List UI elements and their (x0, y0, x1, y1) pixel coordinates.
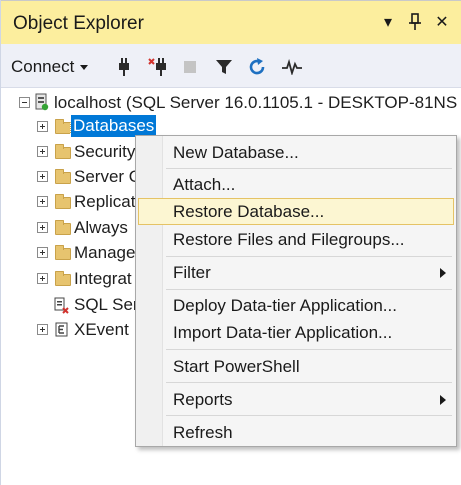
menu-separator (166, 168, 452, 169)
pin-icon[interactable] (404, 11, 426, 33)
menu-item-label: New Database... (173, 143, 299, 162)
expand-icon[interactable] (37, 247, 48, 258)
folder-icon (55, 169, 71, 184)
folder-icon (55, 271, 71, 286)
tree-node-label: SQL Ser (74, 295, 139, 314)
menu-item-reports[interactable]: Reports (138, 386, 454, 413)
menu-item-new-database[interactable]: New Database... (138, 139, 454, 166)
disconnect-icon[interactable] (147, 56, 169, 78)
stop-icon[interactable] (179, 56, 201, 78)
panel-title: Object Explorer (13, 13, 144, 34)
menu-item-label: Reports (173, 390, 233, 409)
menu-item-deploy-data-tier[interactable]: Deploy Data-tier Application... (138, 292, 454, 319)
databases-context-menu: New Database... Attach... Restore Databa… (135, 135, 457, 447)
menu-item-label: Import Data-tier Application... (173, 323, 393, 342)
tree-node-server[interactable]: localhost (SQL Server 16.0.1105.1 - DESK… (1, 90, 461, 115)
menu-separator (166, 349, 452, 350)
menu-separator (166, 289, 452, 290)
tree-node-label: Server O (74, 167, 143, 186)
menu-item-label: Deploy Data-tier Application... (173, 296, 397, 315)
chevron-down-icon (80, 64, 89, 70)
tree-node-label: Integrat (74, 269, 132, 288)
menu-item-filter[interactable]: Filter (138, 259, 454, 286)
folder-icon (55, 194, 71, 209)
connect-dropdown-button[interactable]: Connect (11, 55, 89, 79)
server-icon (35, 93, 49, 116)
expand-icon[interactable] (37, 273, 48, 284)
folder-icon (55, 119, 71, 134)
sql-agent-icon (53, 296, 69, 319)
menu-item-attach[interactable]: Attach... (138, 171, 454, 198)
folder-icon (55, 220, 71, 235)
object-explorer-toolbar: Connect (1, 44, 461, 88)
object-explorer-panel: Object Explorer ▾ ✕ Connect localhost (S… (0, 0, 461, 485)
menu-item-label: Attach... (173, 175, 236, 194)
refresh-icon[interactable] (246, 56, 268, 78)
menu-item-label: Start PowerShell (173, 357, 300, 376)
folder-icon (55, 245, 71, 260)
panel-title-bar: Object Explorer ▾ ✕ (1, 0, 461, 44)
menu-item-label: Restore Database... (173, 202, 325, 221)
folder-icon (55, 144, 71, 159)
filter-icon[interactable] (213, 56, 235, 78)
expand-icon[interactable] (37, 146, 48, 157)
tree-node-label: Databases (69, 114, 158, 138)
expand-icon[interactable] (37, 171, 48, 182)
menu-item-label: Restore Files and Filegroups... (173, 230, 405, 249)
menu-item-refresh[interactable]: Refresh (138, 419, 454, 446)
submenu-arrow-icon (440, 395, 446, 405)
xevent-icon (55, 322, 69, 343)
expand-icon[interactable] (37, 121, 48, 132)
menu-separator (166, 415, 452, 416)
menu-separator (166, 382, 452, 383)
server-label: localhost (SQL Server 16.0.1105.1 - DESK… (54, 93, 458, 112)
menu-item-label: Filter (173, 263, 211, 282)
menu-item-label: Refresh (173, 423, 233, 442)
menu-item-import-data-tier[interactable]: Import Data-tier Application... (138, 319, 454, 346)
expand-icon[interactable] (37, 222, 48, 233)
expand-icon[interactable] (37, 196, 48, 207)
close-icon[interactable]: ✕ (431, 11, 453, 33)
submenu-arrow-icon (440, 268, 446, 278)
collapse-icon[interactable] (19, 97, 30, 108)
expand-icon[interactable] (37, 324, 48, 335)
menu-item-start-powershell[interactable]: Start PowerShell (138, 353, 454, 380)
tree-node-label: Always (74, 218, 128, 237)
tree-node-label: XEvent (74, 320, 129, 339)
tree-node-label: Security (74, 142, 136, 161)
menu-separator (166, 256, 452, 257)
tree-node-label: Replicat (74, 192, 136, 211)
menu-item-restore-database[interactable]: Restore Database... (138, 198, 454, 225)
window-position-dropdown-icon[interactable]: ▾ (377, 11, 399, 33)
activity-monitor-icon[interactable] (281, 56, 303, 78)
menu-item-restore-files-filegroups[interactable]: Restore Files and Filegroups... (138, 226, 454, 253)
connect-label: Connect (11, 57, 75, 76)
tree-node-label: Manage (74, 243, 136, 262)
connect-icon[interactable] (113, 56, 135, 78)
